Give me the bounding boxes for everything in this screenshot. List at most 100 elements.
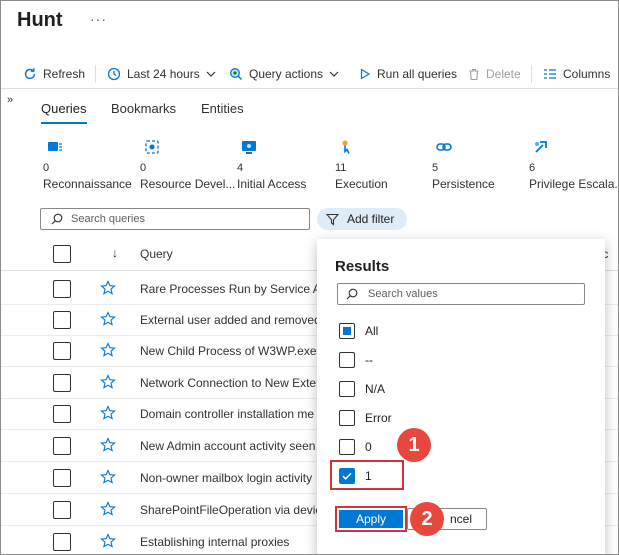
page-title: Hunt bbox=[17, 9, 63, 31]
execution-icon bbox=[342, 140, 350, 154]
persistence-icon bbox=[436, 143, 452, 151]
resource-development-icon bbox=[145, 140, 159, 154]
add-filter-button[interactable]: Add filter bbox=[317, 208, 407, 230]
tactic-resource-development[interactable]: 0 Resource Devel... bbox=[140, 139, 240, 191]
more-options-button[interactable]: ··· bbox=[90, 11, 107, 27]
filter-icon bbox=[326, 213, 339, 226]
refresh-icon bbox=[24, 68, 36, 80]
option-dash[interactable]: -- bbox=[339, 351, 373, 369]
star-icon[interactable] bbox=[100, 501, 116, 517]
run-all-queries-label: Run all queries bbox=[377, 67, 458, 81]
row-checkbox[interactable] bbox=[53, 469, 71, 487]
star-icon[interactable] bbox=[100, 280, 116, 296]
row-checkbox[interactable] bbox=[53, 311, 71, 329]
option-error[interactable]: Error bbox=[339, 409, 392, 427]
checkbox[interactable] bbox=[339, 439, 355, 455]
column-header-query[interactable]: Query bbox=[140, 247, 173, 261]
tab-entities[interactable]: Entities bbox=[201, 101, 244, 116]
tab-queries[interactable]: Queries bbox=[41, 101, 87, 116]
query-name[interactable]: Establishing internal proxies bbox=[140, 535, 289, 549]
tactic-count: 6 bbox=[529, 162, 536, 174]
tactic-execution[interactable]: 11 Execution bbox=[335, 139, 435, 191]
tactic-count: 11 bbox=[335, 162, 347, 174]
query-name[interactable]: New Admin account activity seen bbox=[140, 439, 315, 453]
query-name[interactable]: Network Connection to New Exter bbox=[140, 376, 320, 390]
command-bar: Refresh Last 24 hours Query actions Run … bbox=[1, 59, 618, 89]
search-queries-box[interactable] bbox=[40, 208, 310, 230]
search-queries-input[interactable] bbox=[71, 213, 291, 225]
tactic-count: 4 bbox=[237, 162, 244, 174]
play-icon bbox=[360, 68, 371, 80]
privilege-escalation-icon bbox=[535, 141, 547, 153]
star-icon[interactable] bbox=[100, 469, 116, 485]
results-filter-popup: Results All -- N/A Error 0 bbox=[317, 239, 605, 554]
apply-label: Apply bbox=[339, 510, 403, 528]
tactic-privilege-escalation[interactable]: 6 Privilege Escala... bbox=[529, 139, 618, 191]
option-na[interactable]: N/A bbox=[339, 380, 385, 398]
search-icon bbox=[346, 288, 358, 300]
refresh-button[interactable]: Refresh bbox=[23, 59, 85, 89]
row-checkbox[interactable] bbox=[53, 405, 71, 423]
search-icon bbox=[51, 213, 63, 225]
tactic-persistence[interactable]: 5 Persistence bbox=[432, 139, 532, 191]
star-icon[interactable] bbox=[100, 374, 116, 390]
sort-descending-icon[interactable]: ↓ bbox=[112, 246, 118, 260]
row-checkbox[interactable] bbox=[53, 342, 71, 360]
tactic-name: Persistence bbox=[432, 177, 495, 191]
option-label: N/A bbox=[365, 382, 386, 396]
option-label: -- bbox=[365, 353, 373, 367]
star-icon[interactable] bbox=[100, 342, 116, 358]
refresh-label: Refresh bbox=[43, 67, 86, 81]
query-name[interactable]: Rare Processes Run by Service Acc bbox=[140, 282, 333, 296]
select-all-checkbox[interactable] bbox=[53, 245, 71, 263]
tactic-name: Initial Access bbox=[237, 177, 307, 191]
tactic-initial-access[interactable]: 4 Initial Access bbox=[237, 139, 337, 191]
checkbox-partial[interactable] bbox=[339, 323, 355, 339]
tactic-count: 0 bbox=[43, 162, 50, 174]
option-0[interactable]: 0 bbox=[339, 438, 372, 456]
delete-button[interactable]: Delete bbox=[468, 59, 521, 89]
query-name[interactable]: Non-owner mailbox login activity bbox=[140, 471, 312, 485]
tactic-count: 0 bbox=[140, 162, 147, 174]
clock-icon bbox=[107, 67, 121, 81]
toolbar-divider bbox=[531, 65, 532, 83]
apply-button[interactable]: Apply bbox=[335, 506, 407, 532]
star-icon[interactable] bbox=[100, 311, 116, 327]
chevron-down-icon bbox=[206, 71, 216, 77]
query-name[interactable]: SharePointFileOperation via devic bbox=[140, 503, 321, 517]
row-checkbox[interactable] bbox=[53, 280, 71, 298]
option-label: All bbox=[365, 324, 379, 338]
columns-icon bbox=[544, 69, 556, 79]
option-all[interactable]: All bbox=[339, 322, 378, 340]
query-name[interactable]: External user added and removed bbox=[140, 313, 321, 327]
popup-title: Results bbox=[335, 258, 390, 275]
checkbox[interactable] bbox=[339, 381, 355, 397]
highlight-box bbox=[330, 460, 404, 490]
add-filter-label: Add filter bbox=[347, 212, 395, 226]
row-checkbox[interactable] bbox=[53, 374, 71, 392]
reconnaissance-icon bbox=[48, 142, 62, 151]
columns-button[interactable]: Columns bbox=[543, 59, 610, 89]
run-all-queries-button[interactable]: Run all queries bbox=[359, 59, 457, 89]
search-values-input[interactable] bbox=[368, 288, 568, 300]
row-checkbox[interactable] bbox=[53, 437, 71, 455]
tactic-name: Resource Devel... bbox=[140, 177, 236, 191]
columns-label: Columns bbox=[563, 67, 611, 81]
checkbox[interactable] bbox=[339, 352, 355, 368]
query-name[interactable]: New Child Process of W3WP.exe bbox=[140, 344, 317, 358]
tab-bookmarks[interactable]: Bookmarks bbox=[111, 101, 176, 116]
star-icon[interactable] bbox=[100, 405, 116, 421]
star-icon[interactable] bbox=[100, 533, 116, 549]
star-icon[interactable] bbox=[100, 437, 116, 453]
delete-label: Delete bbox=[486, 67, 521, 81]
tactic-reconnaissance[interactable]: 0 Reconnaissance bbox=[43, 139, 143, 191]
expand-pane-icon[interactable]: » bbox=[7, 94, 13, 106]
time-range-label: Last 24 hours bbox=[127, 67, 200, 81]
time-range-dropdown[interactable]: Last 24 hours bbox=[107, 59, 216, 89]
row-checkbox[interactable] bbox=[53, 501, 71, 519]
query-actions-dropdown[interactable]: Query actions bbox=[229, 59, 339, 89]
row-checkbox[interactable] bbox=[53, 533, 71, 551]
search-values-box[interactable] bbox=[337, 283, 585, 305]
query-name[interactable]: Domain controller installation me bbox=[140, 407, 314, 421]
checkbox[interactable] bbox=[339, 410, 355, 426]
